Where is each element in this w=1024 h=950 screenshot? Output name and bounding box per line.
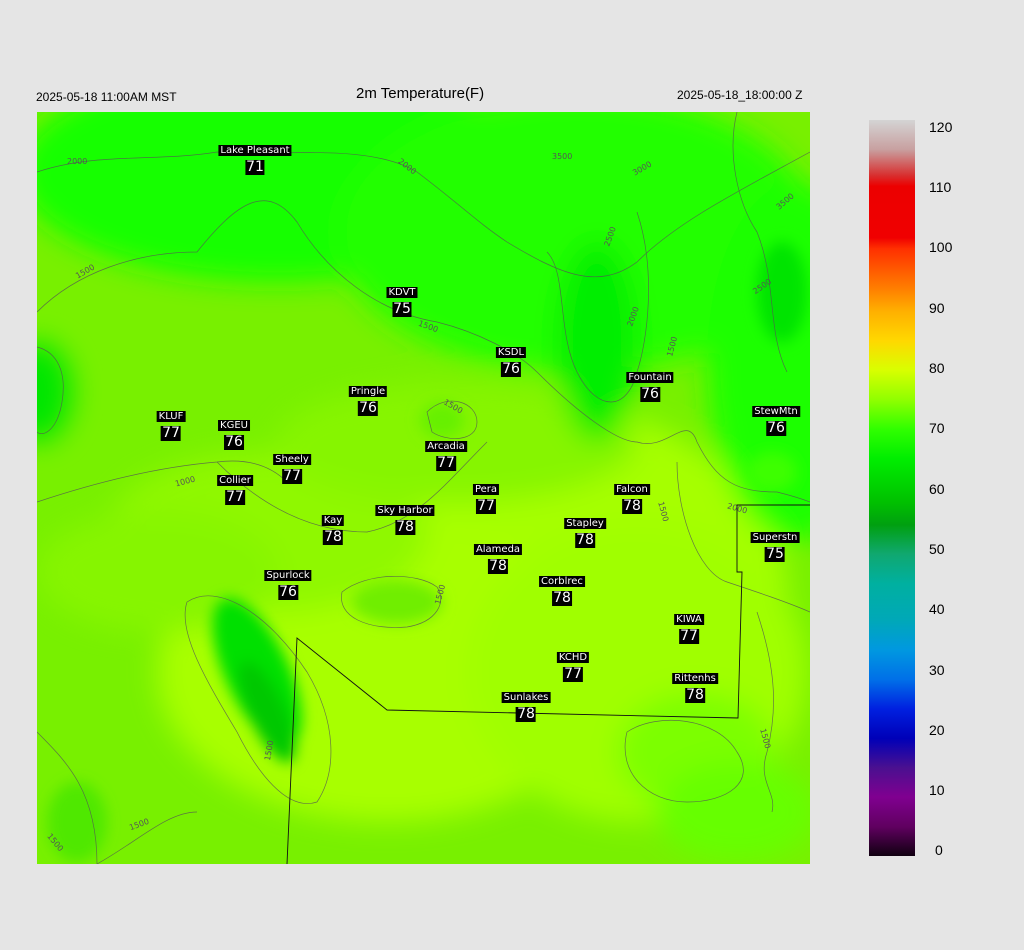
station-name: Pera <box>472 484 500 495</box>
station-sheely: Sheely 77 <box>273 449 311 484</box>
station-name: Sheely <box>273 454 311 465</box>
station-temperature: 77 <box>679 628 699 644</box>
station-rittenhs: Rittenhs 78 <box>672 668 718 703</box>
station-falcon: Falcon 78 <box>614 479 650 514</box>
map-title: 2m Temperature(F) <box>356 85 485 102</box>
colorbar-tick: 60 <box>929 481 945 497</box>
contour-label: 2000 <box>67 157 88 166</box>
station-temperature: 77 <box>436 455 456 471</box>
colorbar-tick: 100 <box>929 239 953 255</box>
station-temperature: 78 <box>395 519 415 535</box>
contour-label: 3500 <box>552 152 573 161</box>
temperature-field <box>37 112 810 864</box>
station-temperature: 76 <box>278 584 298 600</box>
station-name: Kay <box>321 515 345 526</box>
station-temperature: 77 <box>161 425 181 441</box>
station-temperature: 77 <box>225 489 245 505</box>
colorbar-tick: 20 <box>929 722 945 738</box>
station-stewmtn: StewMtn 76 <box>752 401 800 436</box>
valid-time-local: 2025-05-18 11:00AM MST <box>36 90 177 104</box>
station-corblrec: Corblrec 78 <box>539 571 585 606</box>
station-temperature: 78 <box>516 706 536 722</box>
station-temperature: 76 <box>640 386 660 402</box>
station-name: Pringle <box>348 386 388 397</box>
station-kiwa: KIWA 77 <box>674 609 704 644</box>
station-name: KCHD <box>556 652 590 663</box>
station-stapley: Stapley 78 <box>564 513 606 548</box>
colorbar-tick: 50 <box>929 541 945 557</box>
station-name: Falcon <box>614 484 650 495</box>
station-kluf: KLUF 77 <box>156 406 186 441</box>
station-kchd: KCHD 77 <box>556 647 590 682</box>
colorbar-tick: 30 <box>929 662 945 678</box>
station-temperature: 78 <box>552 590 572 606</box>
colorbar-tick: 0 <box>935 842 943 858</box>
station-name: Corblrec <box>539 576 585 587</box>
station-name: Superstn <box>750 532 800 543</box>
station-name: Arcadia <box>425 441 467 452</box>
colorbar-tick: 10 <box>929 782 945 798</box>
temperature-map: 2000 2000 3500 3000 3500 1500 2500 2000 … <box>37 112 810 864</box>
station-sky-harbor: Sky Harbor 78 <box>375 500 435 535</box>
station-temperature: 75 <box>392 301 412 317</box>
station-name: KSDL <box>495 347 527 358</box>
station-name: Fountain <box>626 372 674 383</box>
station-temperature: 76 <box>766 420 786 436</box>
station-superstn: Superstn 75 <box>750 527 800 562</box>
station-ksdl: KSDL 76 <box>495 342 527 377</box>
station-name: KLUF <box>156 411 186 422</box>
station-fountain: Fountain 76 <box>626 367 674 402</box>
station-kdvt: KDVT 75 <box>386 282 418 317</box>
station-name: Rittenhs <box>672 673 718 684</box>
colorbar-tick: 40 <box>929 601 945 617</box>
colorbar-tick: 110 <box>929 179 952 195</box>
valid-time-utc: 2025-05-18_18:00:00 Z <box>677 88 803 102</box>
station-name: Stapley <box>564 518 606 529</box>
station-name: KDVT <box>386 287 418 298</box>
station-temperature: 75 <box>765 546 785 562</box>
station-collier: Collier 77 <box>217 470 253 505</box>
station-name: Alameda <box>473 544 523 555</box>
station-name: Sunlakes <box>501 692 551 703</box>
station-pera: Pera 77 <box>472 479 500 514</box>
station-kay: Kay 78 <box>321 510 345 545</box>
station-arcadia: Arcadia 77 <box>425 436 467 471</box>
station-kgeu: KGEU 76 <box>218 415 250 450</box>
station-name: Collier <box>217 475 253 486</box>
station-temperature: 71 <box>245 159 265 175</box>
station-temperature: 77 <box>282 468 302 484</box>
station-spurlock: Spurlock 76 <box>264 565 312 600</box>
station-temperature: 78 <box>575 532 595 548</box>
station-temperature: 77 <box>476 498 496 514</box>
station-temperature: 78 <box>622 498 642 514</box>
station-temperature: 76 <box>501 361 521 377</box>
colorbar-tick: 120 <box>929 119 953 135</box>
station-name: StewMtn <box>752 406 800 417</box>
station-temperature: 78 <box>685 687 705 703</box>
station-pringle: Pringle 76 <box>348 381 388 416</box>
station-temperature: 78 <box>323 529 343 545</box>
temperature-colorbar <box>869 120 915 856</box>
colorbar-tick: 80 <box>929 360 945 376</box>
station-temperature: 76 <box>224 434 244 450</box>
station-sunlakes: Sunlakes 78 <box>501 687 551 722</box>
station-temperature: 77 <box>563 666 583 682</box>
colorbar-tick: 70 <box>929 420 945 436</box>
station-temperature: 78 <box>488 558 508 574</box>
station-name: Spurlock <box>264 570 312 581</box>
station-name: KGEU <box>218 420 250 431</box>
station-name: Lake Pleasant <box>218 145 292 156</box>
colorbar-tick: 90 <box>929 300 945 316</box>
station-alameda: Alameda 78 <box>473 539 523 574</box>
station-temperature: 76 <box>358 400 378 416</box>
station-name: KIWA <box>674 614 704 625</box>
station-lake-pleasant: Lake Pleasant 71 <box>218 140 292 175</box>
station-name: Sky Harbor <box>375 505 435 516</box>
